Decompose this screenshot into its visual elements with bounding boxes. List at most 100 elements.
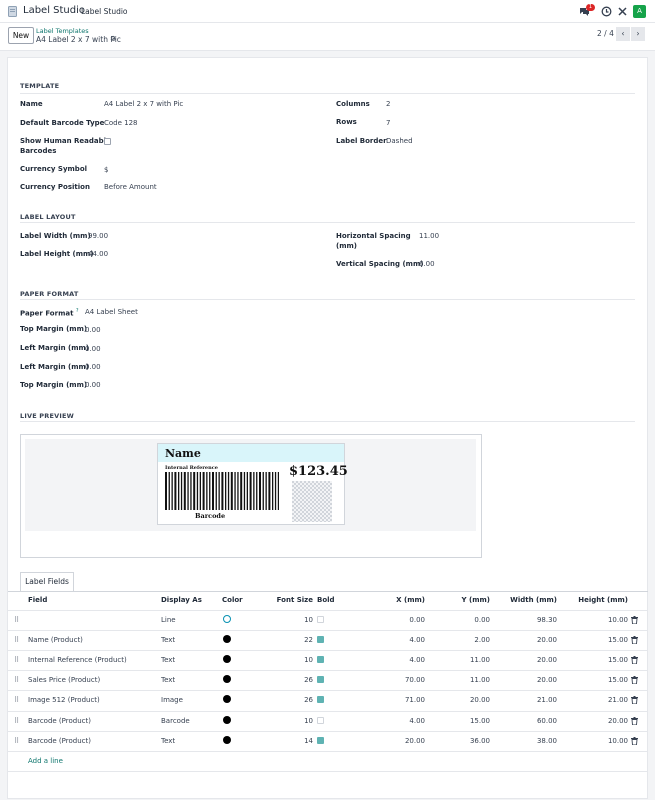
row-x[interactable]: 70.00 <box>375 676 425 684</box>
breadcrumb-parent[interactable]: Label Templates <box>36 27 89 35</box>
row-field[interactable]: Barcode (Product) <box>28 717 91 725</box>
col-header-color[interactable]: Color <box>222 596 243 604</box>
col-header-y[interactable]: Y (mm) <box>440 596 491 604</box>
currency-position-field[interactable]: Before Amount <box>104 183 157 191</box>
col-header-field[interactable]: Field <box>28 596 47 604</box>
label-border-field[interactable]: Dashed <box>386 137 413 145</box>
show-human-readable-checkbox[interactable] <box>104 138 111 145</box>
row-color-swatch[interactable] <box>223 635 231 643</box>
row-bold-checkbox[interactable] <box>317 636 324 643</box>
rows-field[interactable]: 7 <box>386 119 390 127</box>
row-x[interactable]: 20.00 <box>375 737 425 745</box>
row-display-as[interactable]: Line <box>161 616 176 624</box>
tools-icon[interactable] <box>617 6 628 17</box>
name-field[interactable]: A4 Label 2 x 7 with Pic <box>104 100 183 108</box>
drag-handle-icon[interactable]: ⠿ <box>14 717 19 725</box>
columns-field[interactable]: 2 <box>386 100 390 108</box>
trash-icon[interactable] <box>631 616 638 625</box>
drag-handle-icon[interactable]: ⠿ <box>14 636 19 644</box>
drag-handle-icon[interactable]: ⠿ <box>14 676 19 684</box>
app-title[interactable]: Label Studio <box>23 5 85 16</box>
row-height[interactable]: 15.00 <box>570 676 628 684</box>
row-bold-checkbox[interactable] <box>317 616 324 623</box>
trash-icon[interactable] <box>631 737 638 746</box>
row-display-as[interactable]: Barcode <box>161 717 190 725</box>
menu-item-label-studio[interactable]: Label Studio <box>81 7 128 16</box>
row-display-as[interactable]: Image <box>161 696 183 704</box>
row-color-swatch[interactable] <box>223 615 231 623</box>
app-icon[interactable] <box>8 6 17 17</box>
row-font-size[interactable]: 10 <box>270 717 313 725</box>
row-font-size[interactable]: 14 <box>270 737 313 745</box>
row-width[interactable]: 21.00 <box>500 696 557 704</box>
row-y[interactable]: 11.00 <box>440 656 490 664</box>
row-bold-checkbox[interactable] <box>317 737 324 744</box>
row-field[interactable]: Name (Product) <box>28 636 83 644</box>
row-display-as[interactable]: Text <box>161 656 175 664</box>
tab-label-fields[interactable]: Label Fields <box>20 572 74 592</box>
new-button[interactable]: New <box>8 27 34 44</box>
row-height[interactable]: 15.00 <box>570 636 628 644</box>
col-header-width[interactable]: Width (mm) <box>500 596 557 604</box>
row-height[interactable]: 15.00 <box>570 656 628 664</box>
drag-handle-icon[interactable]: ⠿ <box>14 737 19 745</box>
row-field[interactable]: Internal Reference (Product) <box>28 656 127 664</box>
row-display-as[interactable]: Text <box>161 737 175 745</box>
row-font-size[interactable]: 26 <box>270 696 313 704</box>
row-height[interactable]: 10.00 <box>570 616 628 624</box>
row-x[interactable]: 71.00 <box>375 696 425 704</box>
help-icon[interactable]: ? <box>76 308 79 314</box>
user-avatar[interactable]: A <box>633 5 646 18</box>
drag-handle-icon[interactable]: ⠿ <box>14 656 19 664</box>
col-header-display-as[interactable]: Display As <box>161 596 202 604</box>
left-margin-field-2[interactable]: 0.00 <box>85 363 101 371</box>
col-header-bold[interactable]: Bold <box>317 596 335 604</box>
row-field[interactable]: Image 512 (Product) <box>28 696 100 704</box>
horizontal-spacing-field[interactable]: 11.00 <box>419 232 439 240</box>
pager-next-button[interactable]: › <box>631 27 645 41</box>
trash-icon[interactable] <box>631 656 638 665</box>
row-color-swatch[interactable] <box>223 675 231 683</box>
pager-previous-button[interactable]: ‹ <box>616 27 630 41</box>
row-color-swatch[interactable] <box>223 736 231 744</box>
row-width[interactable]: 98.30 <box>500 616 557 624</box>
row-width[interactable]: 20.00 <box>500 656 557 664</box>
row-width[interactable]: 38.00 <box>500 737 557 745</box>
add-a-line-link[interactable]: Add a line <box>28 757 63 765</box>
drag-handle-icon[interactable]: ⠿ <box>14 696 19 704</box>
row-height[interactable]: 21.00 <box>570 696 628 704</box>
row-width[interactable]: 60.00 <box>500 717 557 725</box>
trash-icon[interactable] <box>631 717 638 726</box>
row-x[interactable]: 4.00 <box>375 656 425 664</box>
row-x[interactable]: 4.00 <box>375 636 425 644</box>
currency-symbol-field[interactable]: $ <box>104 166 108 174</box>
label-width-field[interactable]: 99.00 <box>88 232 108 240</box>
row-height[interactable]: 20.00 <box>570 717 628 725</box>
row-bold-checkbox[interactable] <box>317 656 324 663</box>
row-display-as[interactable]: Text <box>161 676 175 684</box>
col-header-height[interactable]: Height (mm) <box>570 596 628 604</box>
gear-icon[interactable]: ⚙ <box>110 35 116 43</box>
row-font-size[interactable]: 10 <box>270 616 313 624</box>
row-field[interactable]: Sales Price (Product) <box>28 676 100 684</box>
row-color-swatch[interactable] <box>223 716 231 724</box>
row-width[interactable]: 20.00 <box>500 676 557 684</box>
col-header-font-size[interactable]: Font Size <box>270 596 313 604</box>
paper-format-field[interactable]: A4 Label Sheet <box>85 308 138 316</box>
left-margin-field[interactable]: 0.00 <box>85 345 101 353</box>
top-margin-field[interactable]: 0.00 <box>85 326 101 334</box>
vertical-spacing-field[interactable]: 6.00 <box>419 260 435 268</box>
row-bold-checkbox[interactable] <box>317 696 324 703</box>
row-y[interactable]: 0.00 <box>440 616 490 624</box>
clock-icon[interactable] <box>601 6 612 17</box>
trash-icon[interactable] <box>631 636 638 645</box>
row-y[interactable]: 36.00 <box>440 737 490 745</box>
col-header-x[interactable]: X (mm) <box>375 596 425 604</box>
barcode-type-field[interactable]: Code 128 <box>104 119 138 127</box>
trash-icon[interactable] <box>631 676 638 685</box>
row-display-as[interactable]: Text <box>161 636 175 644</box>
row-color-swatch[interactable] <box>223 655 231 663</box>
row-bold-checkbox[interactable] <box>317 717 324 724</box>
trash-icon[interactable] <box>631 696 638 705</box>
row-width[interactable]: 20.00 <box>500 636 557 644</box>
